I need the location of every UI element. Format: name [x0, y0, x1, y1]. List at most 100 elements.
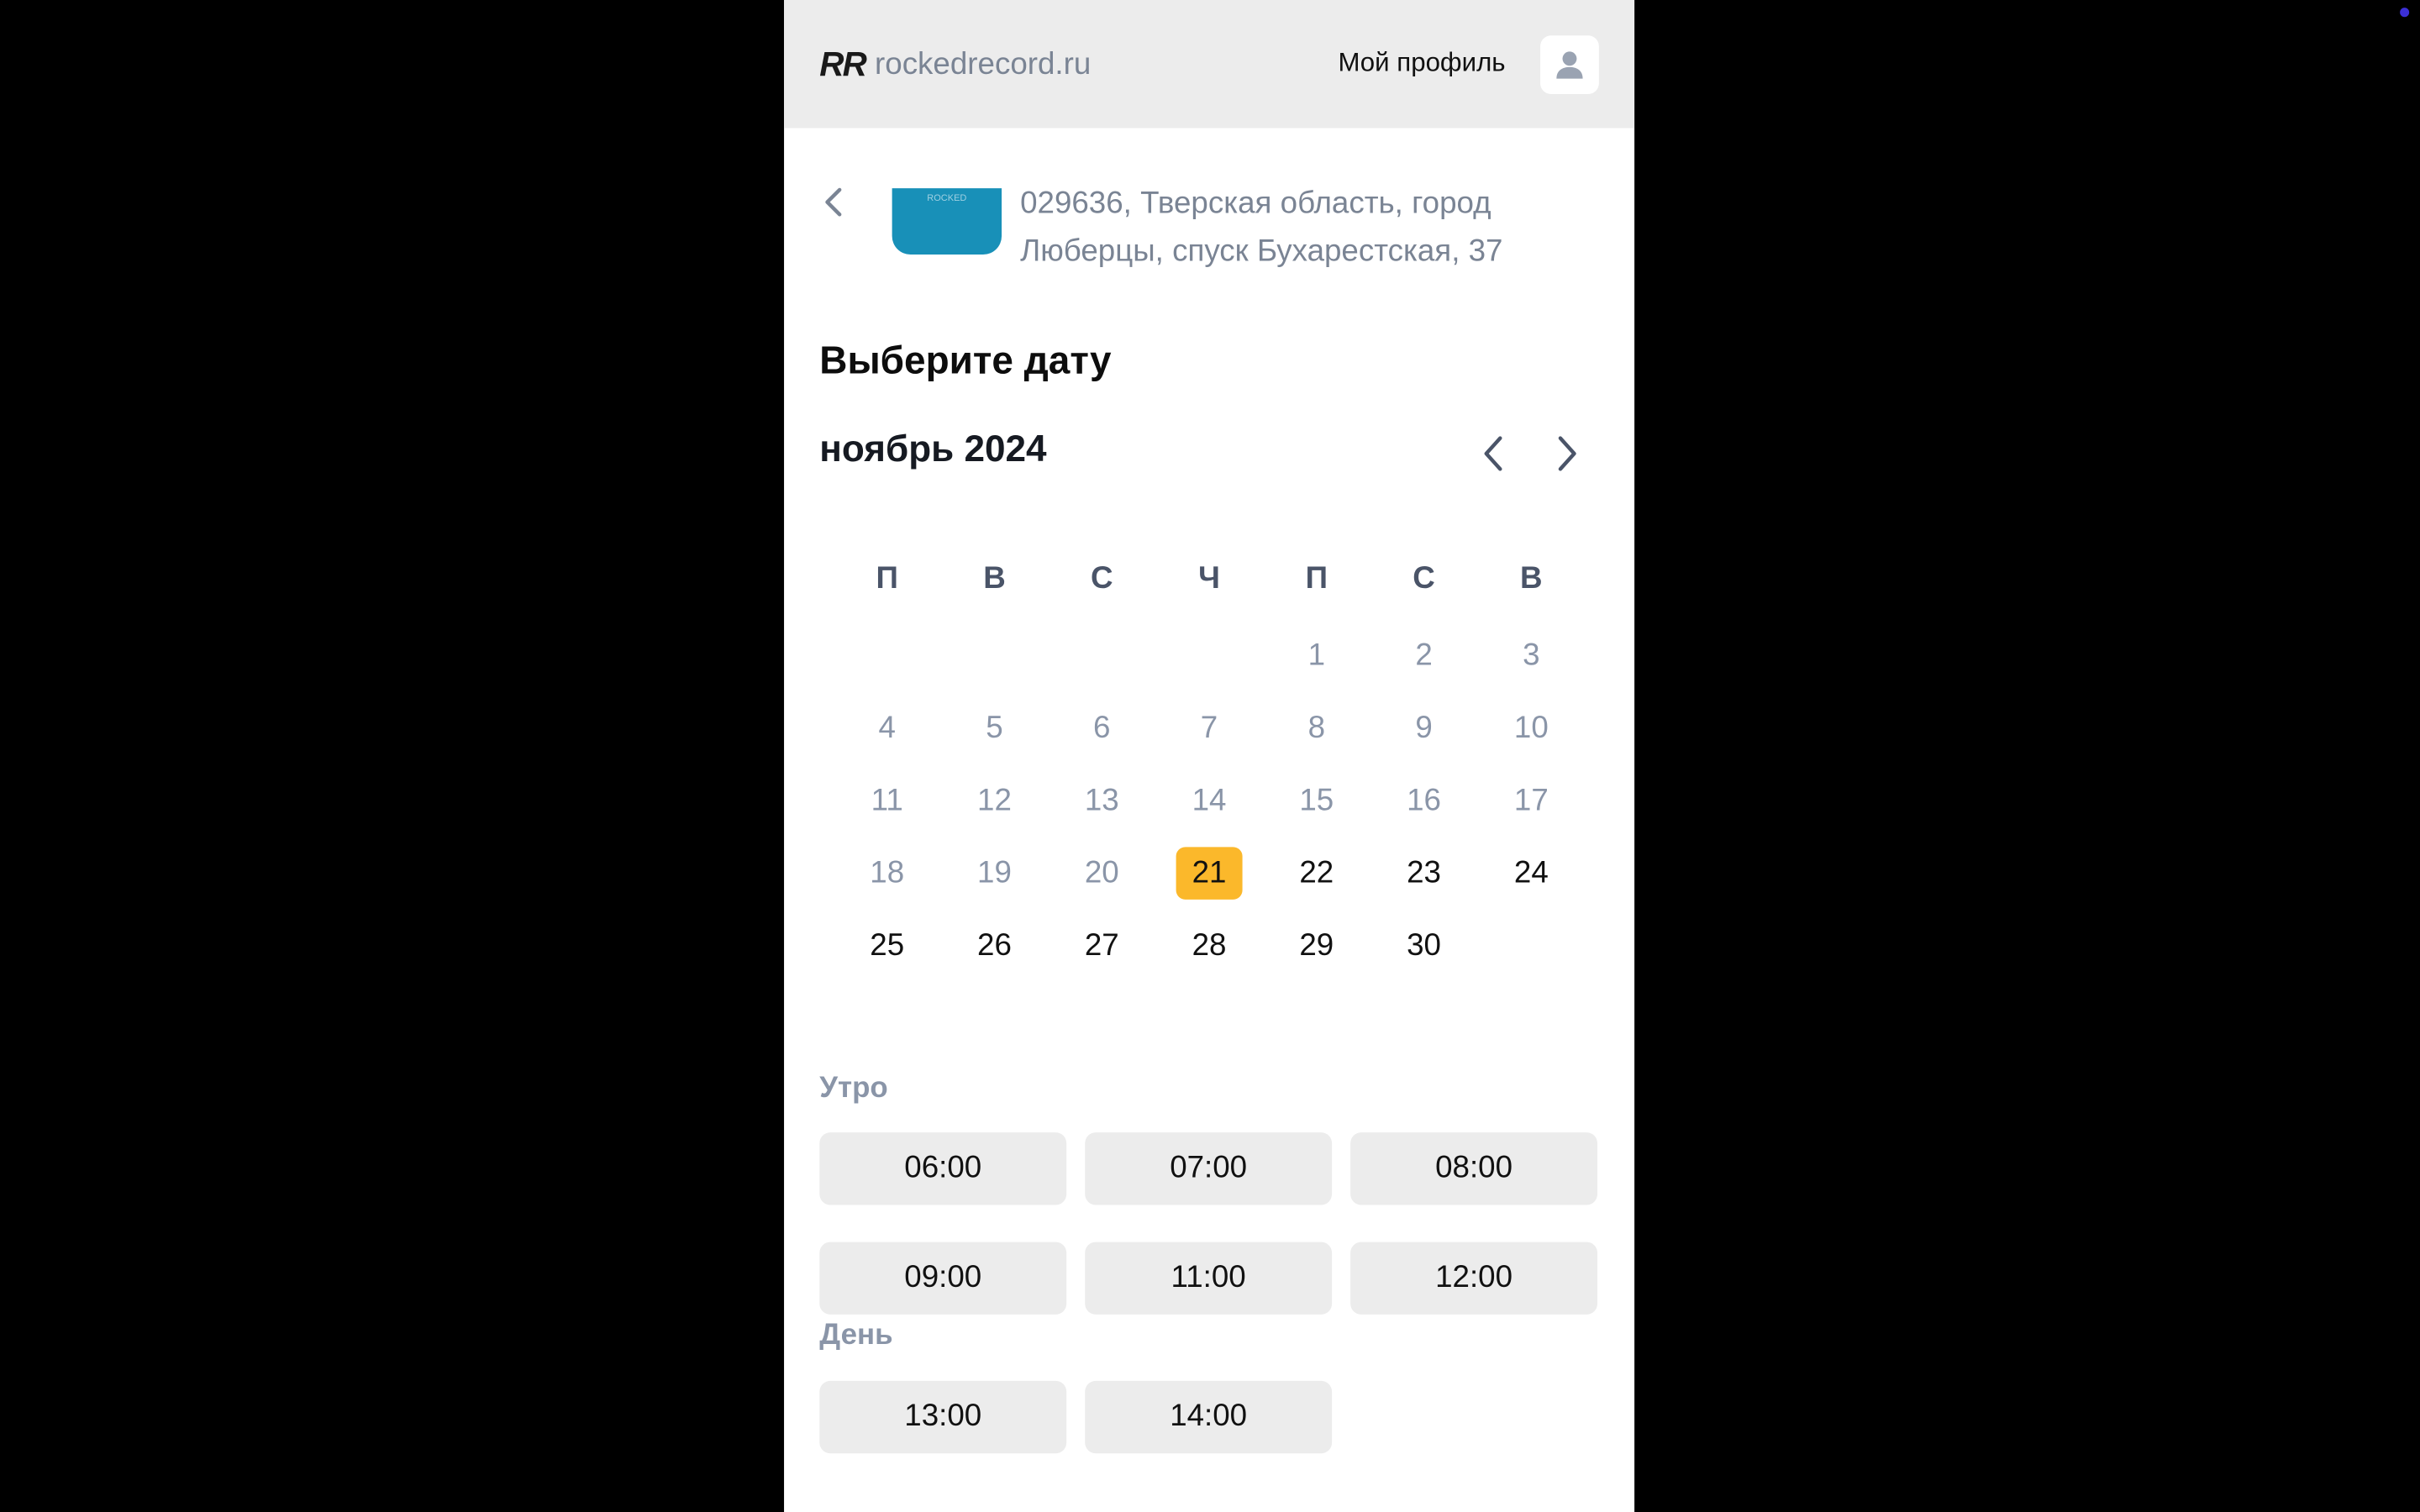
time-slot-button[interactable]: 08:00 [1350, 1132, 1598, 1205]
calendar-day-past: 14 [1155, 774, 1263, 827]
calendar-week-4: 18 19 20 21 22 23 24 [834, 847, 1585, 900]
day-number: 12 [977, 783, 1012, 817]
page-title: Выберите дату [819, 339, 1112, 383]
calendar-month-label: ноябрь 2024 [819, 428, 1047, 471]
calendar-day-past: 15 [1263, 774, 1370, 827]
calendar-day-selected[interactable]: 21 [1155, 847, 1263, 900]
calendar-day-empty [941, 629, 1049, 681]
site-logo[interactable]: RR rockedrecord.ru [819, 43, 1091, 86]
chevron-left-icon [825, 187, 842, 217]
day-number: 27 [1084, 927, 1119, 963]
day-number: 8 [1307, 710, 1326, 745]
weekday-mon: П [876, 561, 898, 596]
morning-slots-label: Утро [819, 1072, 888, 1105]
day-number: 5 [986, 710, 1003, 745]
my-profile-link[interactable]: Мой профиль [1338, 48, 1505, 79]
day-number: 20 [1084, 855, 1119, 890]
user-icon [1556, 51, 1583, 79]
calendar-day-available[interactable]: 23 [1370, 847, 1478, 899]
calendar-day-available[interactable]: 27 [1048, 920, 1155, 972]
thumbnail-caption: ROCKED [927, 194, 967, 204]
day-number: 13 [1084, 783, 1119, 817]
weekday-tue: В [983, 561, 1006, 596]
time-slot-button[interactable]: 12:00 [1350, 1242, 1598, 1315]
weekday-sun: В [1520, 561, 1543, 596]
location-thumbnail: ROCKED [892, 188, 1002, 255]
calendar-day-past: 2 [1370, 629, 1478, 681]
calendar-day-past: 16 [1370, 774, 1478, 827]
location-address: 029636, Тверская область, город Люберцы,… [1020, 186, 1503, 269]
mobile-viewport: RR rockedrecord.ru Мой профиль ROCKED 02… [784, 0, 1635, 1512]
time-slot-button[interactable]: 09:00 [819, 1242, 1067, 1315]
day-slots-label: День [819, 1319, 893, 1352]
next-month-button[interactable] [1546, 432, 1586, 475]
top-header: RR rockedrecord.ru Мой профиль [784, 0, 1635, 129]
profile-avatar-button[interactable] [1540, 35, 1599, 95]
chevron-left-icon [1484, 436, 1502, 471]
calendar-week-2: 4 5 6 7 8 9 10 [834, 702, 1585, 754]
calendar-day-past: 4 [834, 702, 941, 754]
calendar-day-empty [1048, 629, 1155, 681]
calendar-day-past: 9 [1370, 702, 1478, 754]
calendar-day-past: 6 [1048, 702, 1155, 754]
weekday-sat: С [1413, 561, 1435, 596]
day-number: 25 [870, 927, 905, 963]
day-number: 17 [1513, 783, 1549, 817]
time-slot-button[interactable]: 13:00 [819, 1380, 1067, 1454]
calendar-day-past: 13 [1048, 774, 1155, 827]
day-number: 18 [870, 855, 905, 890]
day-number: 2 [1415, 638, 1433, 672]
time-slot-button[interactable]: 14:00 [1085, 1380, 1333, 1454]
previous-month-button[interactable] [1474, 432, 1514, 475]
calendar-day-past: 1 [1263, 629, 1370, 681]
day-number: 19 [977, 855, 1012, 890]
calendar-day-past: 5 [941, 702, 1049, 754]
day-number: 24 [1513, 855, 1549, 890]
day-number: 10 [1513, 710, 1549, 745]
logo-text: rockedrecord.ru [875, 47, 1092, 81]
calendar-day-past: 12 [941, 774, 1049, 827]
back-button[interactable] [815, 181, 852, 223]
recording-indicator-dot [2400, 8, 2410, 18]
calendar-day-past: 20 [1048, 847, 1155, 899]
day-number: 1 [1307, 638, 1326, 672]
calendar-day-available[interactable]: 25 [834, 920, 941, 972]
calendar-day-past: 19 [941, 847, 1049, 899]
day-number: 21 [1176, 847, 1243, 900]
calendar-day-available[interactable]: 26 [941, 920, 1049, 972]
weekday-header-row: П В С Ч П С В [834, 562, 1585, 597]
calendar-day-past: 11 [834, 774, 941, 827]
day-number: 11 [871, 783, 903, 817]
day-number: 23 [1407, 855, 1441, 890]
calendar-day-past: 17 [1477, 774, 1585, 827]
calendar-week-5: 25 26 27 28 29 30 [834, 920, 1585, 972]
day-number: 4 [878, 710, 896, 745]
time-slot-button[interactable]: 11:00 [1085, 1242, 1333, 1315]
calendar-day-empty [1477, 920, 1585, 972]
calendar-day-past: 18 [834, 847, 941, 899]
time-slot-button[interactable]: 06:00 [819, 1132, 1067, 1205]
chevron-right-icon [1558, 436, 1576, 471]
weekday-wed: С [1090, 561, 1113, 596]
day-number: 26 [977, 927, 1012, 963]
calendar-day-available[interactable]: 24 [1477, 847, 1585, 899]
calendar-day-available[interactable]: 28 [1155, 920, 1263, 972]
day-number: 30 [1407, 927, 1441, 963]
screen: RR rockedrecord.ru Мой профиль ROCKED 02… [0, 0, 2420, 1512]
calendar-week-3: 11 12 13 14 15 16 17 [834, 774, 1585, 827]
calendar-day-past: 8 [1263, 702, 1370, 754]
calendar-day-available[interactable]: 30 [1370, 920, 1478, 972]
day-number: 16 [1407, 783, 1441, 817]
calendar-day-empty [1155, 629, 1263, 681]
calendar-day-available[interactable]: 29 [1263, 920, 1370, 972]
calendar-day-past: 3 [1477, 629, 1585, 681]
day-number: 7 [1200, 710, 1218, 745]
time-slot-button[interactable]: 07:00 [1085, 1132, 1333, 1205]
day-number: 15 [1299, 783, 1334, 817]
calendar-day-available[interactable]: 22 [1263, 847, 1370, 899]
day-number: 22 [1299, 855, 1334, 890]
calendar-week-1: 1 2 3 [834, 629, 1585, 681]
day-number: 9 [1415, 710, 1433, 745]
day-number: 28 [1192, 927, 1227, 963]
day-number: 3 [1523, 638, 1540, 672]
